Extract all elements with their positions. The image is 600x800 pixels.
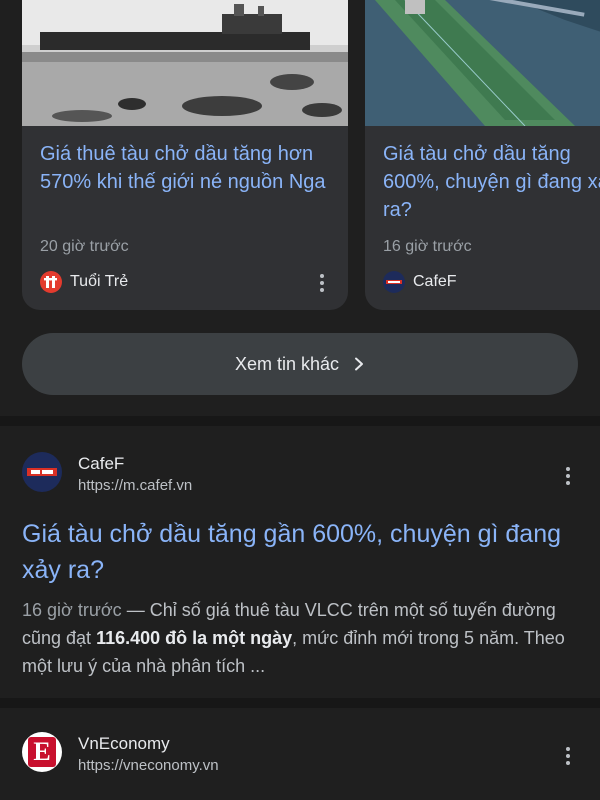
cafef-logo-icon [22, 452, 62, 492]
more-options-icon[interactable] [312, 271, 332, 295]
section-divider [0, 698, 600, 708]
news-thumbnail [365, 0, 600, 126]
vneconomy-logo-icon: E [22, 732, 62, 772]
result-site-name: VnEconomy [78, 734, 170, 753]
vneconomy-letter: E [28, 737, 56, 767]
cafef-logo-icon [383, 271, 405, 293]
source-name: Tuổi Trẻ [70, 273, 129, 290]
news-headline[interactable]: Giá tàu chở dầu tăng 600%, chuyện gì đan… [383, 140, 600, 224]
tuoi-tre-logo-icon [40, 271, 62, 293]
news-card[interactable]: Giá thuê tàu chở dầu tăng hơn 570% khi t… [22, 0, 348, 310]
more-options-icon[interactable] [558, 744, 578, 768]
more-options-icon[interactable] [558, 464, 578, 488]
result-site-info[interactable]: CafeF https://m.cafef.vn [22, 452, 192, 494]
news-timestamp: 16 giờ trước [383, 238, 472, 255]
result-site-name: CafeF [78, 454, 125, 473]
news-headline[interactable]: Giá thuê tàu chở dầu tăng hơn 570% khi t… [40, 140, 330, 196]
search-result: E VnEconomy https://vneconomy.vn [0, 708, 600, 800]
search-result: CafeF https://m.cafef.vn Giá tàu chở dầu… [0, 428, 600, 698]
news-source: Tuổi Trẻ [40, 271, 128, 293]
news-card[interactable]: Giá tàu chở dầu tăng 600%, chuyện gì đan… [365, 0, 600, 310]
source-name: CafeF [413, 273, 457, 290]
more-news-button[interactable]: Xem tin khác [22, 333, 578, 395]
result-snippet: 16 giờ trước — Chỉ số giá thuê tàu VLCC … [22, 596, 582, 680]
result-site-info[interactable]: E VnEconomy https://vneconomy.vn [22, 732, 219, 774]
news-source: CafeF [383, 271, 457, 293]
result-url: https://m.cafef.vn [78, 477, 193, 494]
snippet-highlight: 116.400 đô la một ngày [96, 628, 293, 648]
chevron-right-icon [355, 357, 364, 371]
result-timestamp: 16 giờ trước [22, 600, 122, 620]
news-thumbnail [22, 0, 348, 126]
result-title-link[interactable]: Giá tàu chở dầu tăng gần 600%, chuyện gì… [22, 516, 582, 588]
section-divider [0, 416, 600, 426]
more-news-label: Xem tin khác [234, 353, 340, 374]
result-url: https://vneconomy.vn [78, 757, 219, 774]
news-timestamp: 20 giờ trước [40, 238, 129, 255]
top-stories-carousel[interactable]: Giá thuê tàu chở dầu tăng hơn 570% khi t… [0, 0, 600, 312]
